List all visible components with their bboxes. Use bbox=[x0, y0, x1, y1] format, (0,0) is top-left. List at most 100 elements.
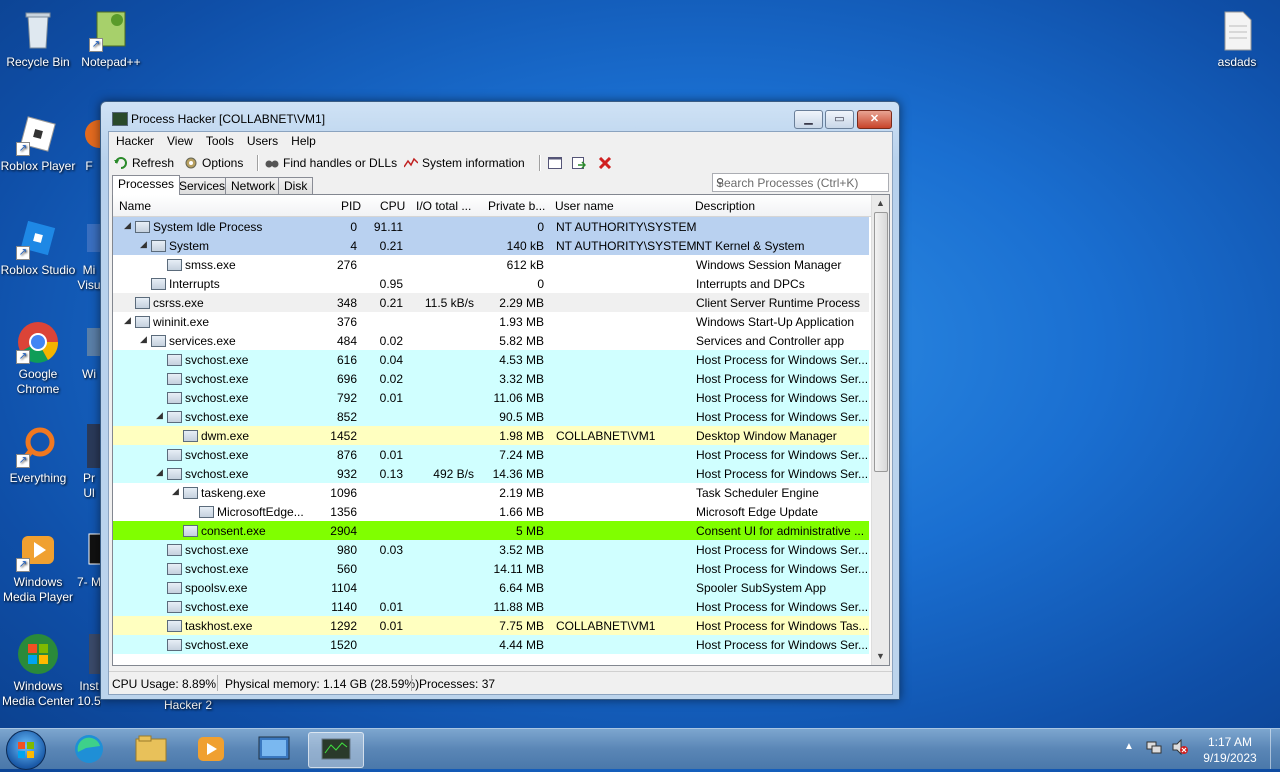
menu-users[interactable]: Users bbox=[240, 132, 284, 148]
desktop-icon-partial-mi[interactable]: Mi Visu bbox=[77, 216, 101, 293]
desktop-icon-notepadpp[interactable]: ↗ Notepad++ bbox=[73, 8, 149, 70]
column-io-total[interactable]: I/O total ... bbox=[416, 199, 471, 213]
desktop-icon-partial-wi[interactable]: Wi bbox=[77, 320, 101, 382]
table-row[interactable]: taskhost.exe 1292 0.01 7.75 MB COLLABNET\VM1… bbox=[113, 616, 869, 635]
taskbar-process-hacker[interactable] bbox=[308, 732, 364, 768]
table-row[interactable]: ◢ System 4 0.21 140 kB NT AUTHORITY\SYSTEM NT … bbox=[113, 236, 869, 255]
desktop-icon-windows-media-player[interactable]: ↗ Windows Media Player bbox=[0, 528, 76, 605]
clock[interactable]: 1:17 AM 9/19/2023 bbox=[1196, 734, 1264, 766]
desktop-icon-roblox-studio[interactable]: ↗ Roblox Studio bbox=[0, 216, 76, 278]
show-desktop-button[interactable] bbox=[1270, 729, 1280, 769]
menu-tools[interactable]: Tools bbox=[199, 132, 240, 148]
tab-network[interactable]: Network bbox=[225, 177, 282, 195]
process-icon bbox=[151, 240, 166, 252]
volume-muted-icon[interactable] bbox=[1172, 738, 1188, 758]
desktop-icon-everything[interactable]: ↗ Everything bbox=[0, 424, 76, 486]
table-row[interactable]: ◢ services.exe 484 0.02 5.82 MB Services and … bbox=[113, 331, 869, 350]
expand-collapse-icon[interactable]: ◢ bbox=[156, 410, 163, 421]
table-row[interactable]: csrss.exe 348 0.21 11.5 kB/s 2.29 MB Client S… bbox=[113, 293, 869, 312]
table-row[interactable]: consent.exe 2904 5 MB Consent UI for admini… bbox=[113, 521, 869, 540]
tab-processes[interactable]: Processes bbox=[112, 175, 181, 195]
menu-hacker[interactable]: Hacker bbox=[109, 132, 160, 148]
maximize-button[interactable]: ▭ bbox=[825, 110, 854, 129]
window-find-button[interactable] bbox=[572, 155, 590, 172]
desktop-icon-partial-7m[interactable]: 7- M bbox=[77, 528, 101, 590]
table-row[interactable]: svchost.exe 792 0.01 11.06 MB Host Process f… bbox=[113, 388, 869, 407]
table-row[interactable]: ◢ wininit.exe 376 1.93 MB Windows Start-Up A… bbox=[113, 312, 869, 331]
column-pid[interactable]: PID bbox=[341, 199, 361, 213]
scroll-up-arrow-icon[interactable]: ▲ bbox=[872, 195, 889, 211]
desktop-icon-roblox-player[interactable]: ↗ Roblox Player bbox=[0, 112, 76, 174]
desktop-icon-windows-media-center[interactable]: Windows Media Center bbox=[0, 632, 76, 709]
desktop-icon-partial-inst[interactable]: Inst 10.5 bbox=[77, 632, 101, 709]
column-name[interactable]: Name bbox=[119, 199, 151, 213]
table-row[interactable]: svchost.exe 980 0.03 3.52 MB Host Process fo… bbox=[113, 540, 869, 559]
options-button[interactable]: Options bbox=[184, 155, 243, 172]
table-row[interactable]: ◢ taskeng.exe 1096 2.19 MB Task Scheduler En… bbox=[113, 483, 869, 502]
expand-collapse-icon[interactable]: ◢ bbox=[140, 239, 147, 250]
refresh-button[interactable]: Refresh bbox=[114, 155, 174, 172]
menu-view[interactable]: View bbox=[160, 132, 199, 148]
terminate-button[interactable] bbox=[598, 155, 616, 172]
desktop-icon-partial-f[interactable]: F bbox=[77, 112, 101, 174]
table-row[interactable]: svchost.exe 696 0.02 3.32 MB Host Process fo… bbox=[113, 369, 869, 388]
expand-collapse-icon[interactable]: ◢ bbox=[156, 467, 163, 478]
windows-logo-icon bbox=[18, 742, 34, 758]
search-icon[interactable]: ⚲ bbox=[716, 176, 885, 189]
find-handles-button[interactable]: Find handles or DLLs bbox=[265, 155, 397, 172]
column-user-name[interactable]: User name bbox=[555, 199, 614, 213]
taskbar-explorer[interactable] bbox=[124, 732, 178, 766]
desktop-icon-recycle-bin[interactable]: Recycle Bin bbox=[0, 8, 76, 70]
process-pid: 376 bbox=[336, 315, 357, 329]
table-row[interactable]: ◢ svchost.exe 932 0.13 492 B/s 14.36 MB Host P… bbox=[113, 464, 869, 483]
shortcut-arrow-icon: ↗ bbox=[89, 38, 103, 52]
table-row[interactable]: Interrupts 0.95 0 Interrupts and DPCs bbox=[113, 274, 869, 293]
table-row[interactable]: ◢ svchost.exe 852 90.5 MB Host Process for W… bbox=[113, 407, 869, 426]
title-bar[interactable]: Process Hacker [COLLABNET\VM1] ▁ ▭ ✕ bbox=[101, 102, 899, 132]
process-pid: 1292 bbox=[330, 619, 357, 633]
minimize-button[interactable]: ▁ bbox=[794, 110, 823, 129]
table-row[interactable]: svchost.exe 560 14.11 MB Host Process for W… bbox=[113, 559, 869, 578]
tab-services[interactable]: Services bbox=[173, 177, 232, 195]
system-information-button[interactable]: System information bbox=[403, 155, 525, 172]
column-private-bytes[interactable]: Private b... bbox=[488, 199, 545, 213]
column-description[interactable]: Description bbox=[695, 199, 755, 213]
vertical-scrollbar[interactable]: ▲ ▼ bbox=[871, 195, 889, 665]
desktop-icon-asdads[interactable]: asdads bbox=[1199, 8, 1275, 70]
recycle-bin-icon bbox=[16, 8, 60, 52]
window-select-button[interactable] bbox=[548, 155, 566, 172]
table-row[interactable]: svchost.exe 1520 4.44 MB Host Process for W… bbox=[113, 635, 869, 654]
desktop-icon-partial-pr[interactable]: Pr Ul bbox=[77, 424, 101, 501]
show-hidden-icons-button[interactable]: ▲ bbox=[1124, 741, 1134, 752]
scrollbar-thumb[interactable] bbox=[874, 212, 888, 472]
process-name: services.exe bbox=[169, 334, 236, 348]
process-io-total: 492 B/s bbox=[433, 467, 474, 481]
window-arrow-icon bbox=[572, 157, 587, 169]
close-button[interactable]: ✕ bbox=[857, 110, 892, 129]
expand-collapse-icon[interactable]: ◢ bbox=[172, 486, 179, 497]
table-row[interactable]: svchost.exe 616 0.04 4.53 MB Host Process fo… bbox=[113, 350, 869, 369]
tab-disk[interactable]: Disk bbox=[278, 177, 314, 195]
table-row[interactable]: svchost.exe 876 0.01 7.24 MB Host Process fo… bbox=[113, 445, 869, 464]
taskbar-media-player[interactable] bbox=[184, 732, 238, 766]
table-row[interactable]: MicrosoftEdge... 1356 1.66 MB Microsoft Edg… bbox=[113, 502, 869, 521]
table-row[interactable]: dwm.exe 1452 1.98 MB COLLABNET\VM1 Desktop W… bbox=[113, 426, 869, 445]
scroll-down-arrow-icon[interactable]: ▼ bbox=[872, 648, 889, 664]
expand-collapse-icon[interactable]: ◢ bbox=[124, 315, 131, 326]
desktop-icon-label: Everything bbox=[9, 471, 67, 485]
table-row[interactable]: spoolsv.exe 1104 6.64 MB Spooler SubSystem … bbox=[113, 578, 869, 597]
expand-collapse-icon[interactable]: ◢ bbox=[140, 334, 147, 345]
table-row[interactable]: ◢ System Idle Process 0 91.11 0 NT AUTHORITY\… bbox=[113, 217, 869, 236]
table-row[interactable]: svchost.exe 1140 0.01 11.88 MB Host Process … bbox=[113, 597, 869, 616]
column-cpu[interactable]: CPU bbox=[380, 199, 405, 213]
desktop-icon-google-chrome[interactable]: ↗ Google Chrome bbox=[0, 320, 76, 397]
start-button[interactable] bbox=[6, 730, 46, 770]
taskbar-remote-desktop[interactable] bbox=[247, 732, 301, 766]
taskbar-edge[interactable] bbox=[62, 732, 116, 766]
network-icon[interactable] bbox=[1146, 739, 1162, 758]
search-processes-input[interactable]: Search Processes (Ctrl+K) ⚲ bbox=[712, 173, 889, 192]
expand-collapse-icon[interactable]: ◢ bbox=[124, 220, 131, 231]
process-description: Host Process for Windows Ser... bbox=[696, 353, 869, 367]
menu-help[interactable]: Help bbox=[284, 132, 322, 148]
table-row[interactable]: smss.exe 276 612 kB Windows Session Manager bbox=[113, 255, 869, 274]
